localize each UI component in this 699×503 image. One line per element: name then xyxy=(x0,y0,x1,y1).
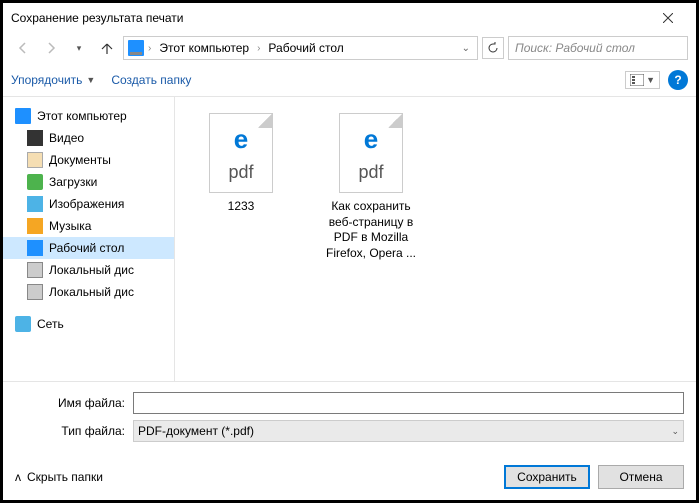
music-icon xyxy=(27,218,43,234)
pdf-file-icon: e pdf xyxy=(209,113,273,193)
tree-music[interactable]: Музыка xyxy=(3,215,174,237)
edge-icon: e xyxy=(234,124,248,155)
address-bar[interactable]: › Этот компьютер › Рабочий стол ⌄ xyxy=(123,36,478,60)
chevron-down-icon: ⌄ xyxy=(671,426,679,437)
cancel-button[interactable]: Отмена xyxy=(598,465,684,489)
tree-documents[interactable]: Документы xyxy=(3,149,174,171)
search-box[interactable] xyxy=(508,36,688,60)
help-button[interactable]: ? xyxy=(668,70,688,90)
tree-label: Локальный дис xyxy=(49,263,134,277)
tree-label: Документы xyxy=(49,153,111,167)
tree-pc[interactable]: Этот компьютер xyxy=(3,105,174,127)
chevron-down-icon: ▼ xyxy=(86,75,95,85)
filename-input[interactable] xyxy=(133,392,684,414)
view-menu[interactable]: ▼ xyxy=(625,71,660,89)
tree-drive-1[interactable]: Локальный дис xyxy=(3,259,174,281)
body: Этот компьютер Видео Документы Загрузки … xyxy=(3,97,696,381)
close-icon xyxy=(663,13,673,23)
folder-tree: Этот компьютер Видео Документы Загрузки … xyxy=(3,97,175,381)
downloads-icon xyxy=(27,174,43,190)
chevron-up-icon: ʌ xyxy=(15,470,21,484)
images-icon xyxy=(27,196,43,212)
file-name: Как сохранить веб-страницу в PDF в Mozil… xyxy=(321,199,421,261)
tree-label: Сеть xyxy=(37,317,64,331)
drive-icon xyxy=(27,262,43,278)
chevron-down-icon: ▾ xyxy=(77,43,82,54)
search-input[interactable] xyxy=(515,41,681,55)
refresh-icon xyxy=(487,42,499,54)
drive-icon xyxy=(27,284,43,300)
pc-icon xyxy=(15,108,31,124)
hide-folders-link[interactable]: ʌ Скрыть папки xyxy=(15,470,103,484)
close-button[interactable] xyxy=(648,3,688,33)
video-icon xyxy=(27,130,43,146)
organize-menu[interactable]: Упорядочить ▼ xyxy=(11,73,95,87)
breadcrumb-root[interactable]: Этот компьютер xyxy=(155,39,253,57)
organize-label: Упорядочить xyxy=(11,73,82,87)
refresh-button[interactable] xyxy=(482,37,504,59)
edge-icon: e xyxy=(364,124,378,155)
tree-label: Этот компьютер xyxy=(37,109,127,123)
file-item[interactable]: e pdf Как сохранить веб-страницу в PDF в… xyxy=(321,113,421,261)
file-name: 1233 xyxy=(191,199,291,215)
tree-drive-2[interactable]: Локальный дис xyxy=(3,281,174,303)
footer: ʌ Скрыть папки Сохранить Отмена xyxy=(3,454,696,500)
recent-button[interactable]: ▾ xyxy=(67,36,91,60)
tree-label: Видео xyxy=(49,131,84,145)
filename-label: Имя файла: xyxy=(15,396,125,410)
tree-desktop[interactable]: Рабочий стол xyxy=(3,237,174,259)
breadcrumb-current[interactable]: Рабочий стол xyxy=(264,39,347,57)
tree-network[interactable]: Сеть xyxy=(3,313,174,335)
breadcrumb-sep-icon: › xyxy=(255,43,262,54)
save-button[interactable]: Сохранить xyxy=(504,465,590,489)
file-ext: pdf xyxy=(228,162,253,183)
desktop-icon xyxy=(27,240,43,256)
tree-video[interactable]: Видео xyxy=(3,127,174,149)
pc-icon xyxy=(128,40,144,56)
save-dialog: Сохранение результата печати ▾ › Этот ко… xyxy=(3,3,696,500)
file-list: e pdf 1233 e pdf Как сохранить веб-стран… xyxy=(175,97,696,381)
arrow-right-icon xyxy=(44,41,58,55)
arrow-up-icon xyxy=(100,41,114,55)
window-title: Сохранение результата печати xyxy=(11,11,648,25)
pdf-file-icon: e pdf xyxy=(339,113,403,193)
new-folder-button[interactable]: Создать папку xyxy=(111,73,191,87)
tree-images[interactable]: Изображения xyxy=(3,193,174,215)
form-area: Имя файла: Тип файла: PDF-документ (*.pd… xyxy=(3,381,696,454)
titlebar: Сохранение результата печати xyxy=(3,3,696,33)
file-item[interactable]: e pdf 1233 xyxy=(191,113,291,215)
nav-row: ▾ › Этот компьютер › Рабочий стол ⌄ xyxy=(3,33,696,63)
tree-downloads[interactable]: Загрузки xyxy=(3,171,174,193)
network-icon xyxy=(15,316,31,332)
tree-label: Локальный дис xyxy=(49,285,134,299)
documents-icon xyxy=(27,152,43,168)
up-button[interactable] xyxy=(95,36,119,60)
toolbar: Упорядочить ▼ Создать папку ▼ ? xyxy=(3,63,696,97)
breadcrumb-sep-icon: › xyxy=(146,43,153,54)
arrow-left-icon xyxy=(16,41,30,55)
chevron-down-icon: ▼ xyxy=(646,75,655,85)
filetype-label: Тип файла: xyxy=(15,424,125,438)
view-icon xyxy=(630,74,644,86)
tree-label: Изображения xyxy=(49,197,124,211)
hide-folders-label: Скрыть папки xyxy=(27,470,103,484)
back-button[interactable] xyxy=(11,36,35,60)
tree-label: Загрузки xyxy=(49,175,97,189)
tree-label: Рабочий стол xyxy=(49,241,124,255)
filetype-value: PDF-документ (*.pdf) xyxy=(138,424,254,438)
tree-label: Музыка xyxy=(49,219,91,233)
file-ext: pdf xyxy=(358,162,383,183)
forward-button[interactable] xyxy=(39,36,63,60)
address-dropdown[interactable]: ⌄ xyxy=(459,43,473,54)
filetype-select[interactable]: PDF-документ (*.pdf) ⌄ xyxy=(133,420,684,442)
